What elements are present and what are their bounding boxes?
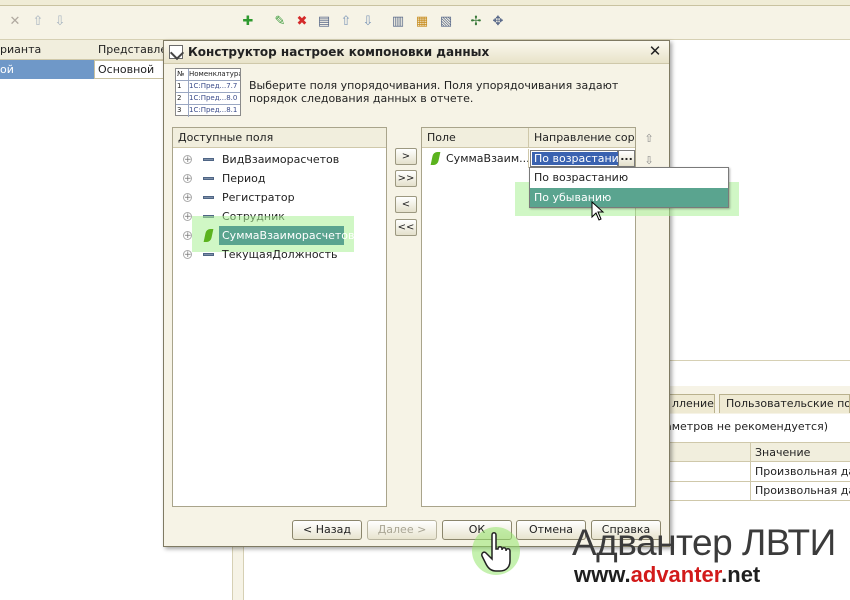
resource-leaf-icon — [203, 229, 214, 242]
settings-tabs: лление Пользовательские поля — [665, 386, 850, 414]
add-field-button[interactable]: > — [395, 148, 417, 165]
group-icon[interactable]: ▦ — [414, 14, 430, 30]
thumb-num: 2 — [177, 94, 182, 102]
edit-pencil-icon[interactable]: ✎ — [272, 14, 288, 30]
tree-item-label: СуммаВзаиморасчетов — [222, 229, 355, 242]
field-dash-icon — [203, 158, 214, 161]
expand-icon[interactable]: + — [183, 212, 192, 222]
layout-settings-dialog: Конструктор настроек компоновки данных ✕… — [163, 40, 739, 547]
left-toolbar: ✕ ⇧ ⇩ — [0, 6, 232, 40]
expand-icon[interactable]: + — [183, 250, 192, 260]
add-field-icon[interactable]: ✢ — [468, 14, 484, 30]
thumb-header-num: № — [177, 70, 185, 78]
variants-grid-header: рианта Представлен — [0, 40, 174, 60]
watermark-title: Адвантер ЛВТИ — [572, 522, 836, 563]
add-all-button[interactable]: >> — [395, 170, 417, 187]
tree-item[interactable]: + ВидВзаиморасчетов — [173, 150, 388, 169]
value-column-header: Значение — [755, 446, 811, 459]
delete-icon[interactable]: ✖ — [294, 14, 310, 30]
expand-icon[interactable]: + — [183, 193, 192, 203]
field-dash-icon — [203, 253, 214, 256]
value-cell: Произвольная дата — [755, 465, 850, 478]
direction-dropdown: По возрастанию По убыванию — [529, 167, 729, 208]
parameters-note: аметров не рекомендуется) — [665, 420, 828, 433]
expand-icon[interactable]: + — [183, 155, 192, 165]
add-icon[interactable]: ✚ — [240, 14, 256, 30]
thumb-value: 1С:Пред...8.1 — [189, 106, 238, 114]
direction-value: По возрастанию — [532, 152, 631, 165]
tree-item[interactable]: + Регистратор — [173, 188, 388, 207]
column-direction: Направление сор... — [534, 131, 634, 144]
option-ascending[interactable]: По возрастанию — [530, 168, 728, 187]
watermark-url: www.advanter.net — [574, 562, 760, 588]
tree-item-label: ВидВзаиморасчетов — [222, 153, 340, 166]
move-down-icon[interactable]: ⇩ — [52, 14, 68, 30]
mouse-cursor-icon — [591, 201, 605, 221]
thumb-value: 1С:Пред...8.0 — [189, 94, 238, 102]
remove-all-button[interactable]: << — [395, 219, 417, 236]
column-divider — [750, 442, 751, 500]
order-row-field: СуммаВзаим... — [446, 152, 530, 165]
field-dash-icon — [203, 196, 214, 199]
order-row[interactable]: СуммаВзаим... По возрастанию ... — [422, 149, 635, 168]
back-button[interactable]: < Назад — [292, 520, 362, 540]
move-up-icon[interactable]: ⇧ — [30, 14, 46, 30]
column-divider — [528, 149, 529, 168]
grid-header-variant: рианта — [0, 43, 42, 56]
tree-item-label: Период — [222, 172, 266, 185]
tree-item[interactable]: + Период — [173, 169, 388, 188]
tab-management[interactable]: лление — [665, 394, 715, 413]
available-fields-panel: Доступные поля + ВидВзаиморасчетов + Пер… — [172, 127, 387, 507]
hand-pointer-icon — [472, 527, 520, 575]
url-suffix: .net — [721, 562, 761, 587]
thumb-value: 1С:Пред...7.7 — [189, 82, 238, 90]
column-field: Поле — [427, 131, 456, 144]
document-icon[interactable]: ▥ — [390, 14, 406, 30]
thumb-header-name: Номенклатура — [189, 70, 240, 78]
resource-leaf-icon — [430, 152, 441, 165]
ordering-thumbnail-icon: № Номенклатура 1 1С:Пред...7.7 2 1С:Пред… — [175, 68, 241, 117]
option-descending[interactable]: По убыванию — [530, 188, 728, 207]
move-up-icon[interactable]: ⇧ — [338, 14, 354, 30]
field-settings-icon[interactable]: ✥ — [490, 14, 506, 30]
remove-field-button[interactable]: < — [395, 196, 417, 213]
field-dash-icon — [203, 177, 214, 180]
delete-icon[interactable]: ✕ — [7, 14, 23, 30]
dialog-title: Конструктор настроек компоновки данных — [188, 45, 490, 59]
move-down-icon[interactable]: ⇩ — [360, 14, 376, 30]
thumb-num: 1 — [177, 82, 182, 90]
next-button[interactable]: Далее > — [367, 520, 437, 540]
move-up-icon[interactable]: ⇧ — [642, 132, 656, 146]
order-header: Поле Направление сор... — [422, 128, 635, 148]
tree-item-selected[interactable]: + СуммаВзаиморасчетов — [173, 226, 388, 245]
selected-variant-cell[interactable]: ой — [0, 60, 94, 79]
instruction-text: Выберите поля упорядочивания. Поля упоря… — [249, 79, 619, 105]
tree-item-label: ТекущаяДолжность — [222, 248, 338, 261]
settings-icon[interactable]: ▧ — [438, 14, 454, 30]
selected-presentation-cell[interactable]: Основной — [94, 60, 165, 79]
available-fields-title: Доступные поля — [178, 131, 274, 144]
value-cell: Произвольная дата — [755, 484, 850, 497]
parameters-header: Значение — [665, 442, 850, 462]
table-row[interactable]: Произвольная дата — [665, 462, 850, 482]
close-icon[interactable]: ✕ — [647, 43, 663, 60]
thumb-num: 3 — [177, 106, 182, 114]
tree-item[interactable]: + ТекущаяДолжность — [173, 245, 388, 264]
column-divider — [528, 128, 529, 148]
tree-item-label: Регистратор — [222, 191, 295, 204]
url-brand: advanter — [630, 562, 722, 587]
choose-button[interactable]: ... — [618, 150, 635, 167]
available-fields-header: Доступные поля — [173, 128, 386, 148]
expand-icon[interactable]: + — [183, 174, 192, 184]
right-toolbar: ✚ ✎ ✖ ▤ ⇧ ⇩ ▥ ▦ ▧ ✢ ✥ — [232, 6, 850, 40]
constructor-icon — [169, 45, 183, 59]
tab-user-fields[interactable]: Пользовательские поля — [719, 394, 850, 413]
url-prefix: www. — [574, 562, 631, 587]
properties-icon[interactable]: ▤ — [316, 14, 332, 30]
expand-icon[interactable]: + — [183, 231, 192, 241]
move-down-icon[interactable]: ⇩ — [642, 154, 656, 168]
dialog-titlebar[interactable]: Конструктор настроек компоновки данных ✕ — [164, 41, 669, 64]
table-row[interactable]: Произвольная дата — [665, 481, 850, 501]
